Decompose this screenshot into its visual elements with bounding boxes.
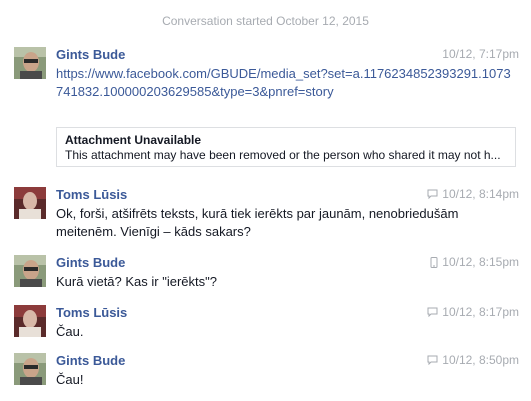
message-text: Kurā vietā? Kas ir "ierēkts"?	[56, 274, 217, 289]
chat-bubble-icon	[427, 355, 438, 365]
message-item: Gints Bude 10/12, 8:15pm Kurā vietā? Kas…	[14, 255, 519, 295]
sender-name[interactable]: Toms Lūsis	[56, 305, 127, 320]
message-timestamp: 10/12, 7:17pm	[442, 47, 519, 61]
sender-name[interactable]: Gints Bude	[56, 255, 125, 270]
avatar[interactable]	[14, 47, 46, 79]
avatar[interactable]	[14, 305, 46, 337]
attachment-description: This attachment may have been removed or…	[65, 148, 501, 162]
avatar[interactable]	[14, 187, 46, 219]
message-body: https://www.facebook.com/GBUDE/media_set…	[56, 65, 516, 101]
avatar[interactable]	[14, 255, 46, 287]
message-item: Toms Lūsis 10/12, 8:14pm Ok, forši, atši…	[14, 187, 519, 243]
chat-bubble-icon	[427, 189, 438, 199]
mobile-phone-icon	[430, 256, 438, 268]
message-text: Ok, forši, atšifrēts teksts, kurā tiek i…	[56, 206, 459, 239]
message-timestamp: 10/12, 8:14pm	[427, 187, 519, 201]
conversation-start-label: Conversation started October 12, 2015	[162, 14, 369, 28]
avatar[interactable]	[14, 353, 46, 385]
sender-name[interactable]: Toms Lūsis	[56, 187, 127, 202]
timestamp-text: 10/12, 7:17pm	[442, 47, 519, 61]
attachment-title: Attachment Unavailable	[65, 133, 202, 147]
message-item: Gints Bude 10/12, 7:17pm https://www.fac…	[14, 47, 519, 171]
message-item: Gints Bude 10/12, 8:50pm Čau!	[14, 353, 519, 393]
message-text: Čau!	[56, 372, 84, 387]
timestamp-text: 10/12, 8:14pm	[442, 187, 519, 201]
message-timestamp: 10/12, 8:15pm	[430, 255, 519, 269]
sender-name[interactable]: Gints Bude	[56, 353, 125, 368]
message-timestamp: 10/12, 8:17pm	[427, 305, 519, 319]
timestamp-text: 10/12, 8:15pm	[442, 255, 519, 269]
message-timestamp: 10/12, 8:50pm	[427, 353, 519, 367]
timestamp-text: 10/12, 8:50pm	[442, 353, 519, 367]
sender-name[interactable]: Gints Bude	[56, 47, 125, 62]
message-text: Čau.	[56, 324, 84, 339]
shared-link[interactable]: https://www.facebook.com/GBUDE/media_set…	[56, 66, 511, 99]
timestamp-text: 10/12, 8:17pm	[442, 305, 519, 319]
chat-bubble-icon	[427, 307, 438, 317]
attachment-card[interactable]: Attachment Unavailable This attachment m…	[56, 127, 516, 167]
message-item: Toms Lūsis 10/12, 8:17pm Čau.	[14, 305, 519, 345]
